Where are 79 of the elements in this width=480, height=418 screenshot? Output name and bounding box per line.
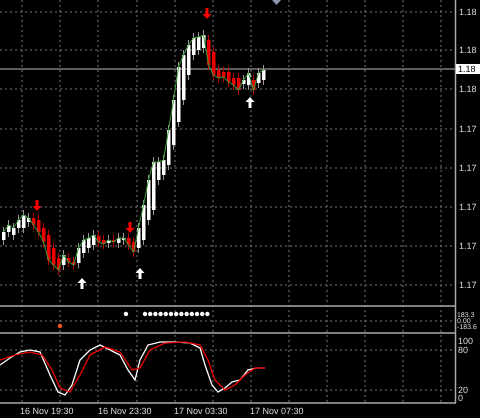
candlestick [87,232,90,254]
price-label: 1.17 [459,163,477,173]
candlestick [27,212,30,228]
current-price-label: 1.18 [456,64,480,74]
up-arrow-icon [136,268,144,279]
price-label: 1.18 [459,7,477,17]
candlestick [172,94,176,150]
candlestick [167,124,170,170]
candlestick [177,62,180,128]
candlestick [67,252,70,268]
stochastic-label: 100 [458,336,474,346]
candlestick [222,66,226,82]
down-arrow-icon [32,200,42,211]
candlestick [192,32,196,60]
candlestick [147,174,150,226]
up-arrow-icon [78,278,86,289]
candlestick [82,234,86,258]
candlestick [117,232,120,248]
signal-dot [58,324,62,328]
candlestick [202,30,206,54]
candlestick [92,230,96,250]
time-label: 17 Nov 07:30 [250,406,304,416]
candlestick [77,242,80,268]
candlestick [132,236,136,258]
candlestick [242,74,246,90]
stochastic-label: 20 [458,385,468,395]
candlestick [107,234,110,248]
stochastic-label: 80 [458,345,468,355]
time-label: 16 Nov 23:30 [98,406,152,416]
candlestick [102,234,106,250]
price-label: 1.17 [459,241,477,251]
price-label: 1.17 [459,124,477,134]
candlestick [142,200,146,246]
candlestick [97,230,100,248]
candlestick [2,226,6,246]
candlestick [197,32,200,56]
candlestick [217,64,220,84]
candlestick [17,214,20,234]
candlestick [42,222,46,248]
candlestick [257,68,260,88]
candlestick [62,250,66,270]
candlestick [37,214,40,238]
candlestick [22,210,26,234]
price-label: 1.17 [459,202,477,212]
candlestick [127,232,130,250]
candlestick [57,252,60,276]
candlestick [207,34,210,70]
candlestick [162,154,166,180]
candlestick [247,68,250,90]
candlestick [187,40,190,80]
price-label: 1.18 [459,84,477,94]
up-arrow-icon [246,97,254,108]
candlestick [212,46,216,80]
candlestick [182,50,186,106]
candlestick [7,220,10,238]
candlestick [227,66,230,88]
time-label: 16 Nov 19:30 [20,406,74,416]
price-label: 1.17 [459,280,477,290]
stochastic-label: 0 [458,393,464,403]
candlestick [122,232,126,246]
time-label: 17 Nov 03:30 [174,406,228,416]
down-arrow-icon [202,8,212,19]
candlestick [262,64,266,86]
candlestick [252,74,256,96]
price-label: 1.18 [459,45,477,55]
candlestick [157,156,160,186]
candlestick [52,242,56,270]
down-arrow-icon [126,222,134,233]
signal-dot [124,312,128,316]
diamond-icon [272,0,281,5]
candlestick [237,72,240,96]
candlestick [137,222,140,254]
candlestick [112,234,116,248]
candlestick [152,156,156,216]
candlestick [72,256,76,270]
candlestick [12,222,16,240]
candlestick [232,72,236,90]
candlestick [47,230,50,266]
candlestick [32,212,36,230]
